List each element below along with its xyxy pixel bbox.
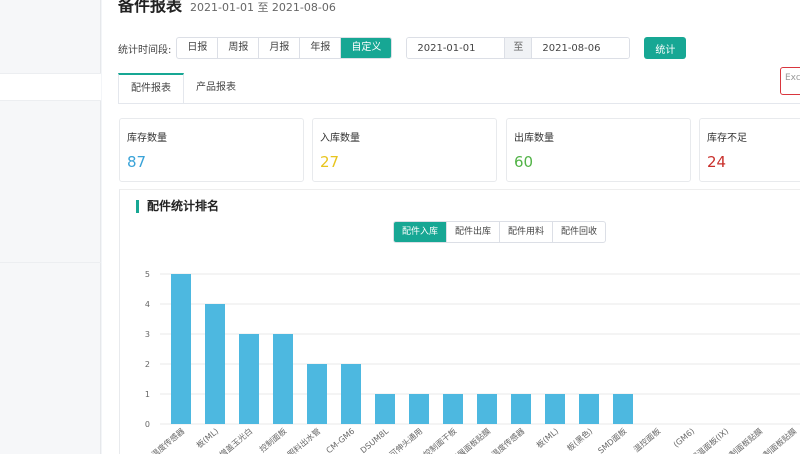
tab-divider [118,103,800,104]
date-range-picker: 至 [406,37,631,59]
card-value: 60 [514,153,534,171]
end-date-input[interactable] [532,38,630,58]
period-option[interactable]: 月报 [259,38,301,58]
x-tick-label: CM-GM6 [325,427,357,454]
x-tick-label: DSUM8L [359,426,391,454]
y-tick-label: 2 [145,360,150,369]
bar [375,394,395,424]
period-option[interactable]: 年报 [300,38,342,58]
card-label: 入库数量 [320,133,360,144]
card-label: 库存不足 [707,133,747,144]
bar [443,394,463,424]
period-option[interactable]: 周报 [218,38,260,58]
y-tick-label: 4 [145,300,150,309]
bar [477,394,497,424]
bar [307,364,327,424]
bar [579,394,599,424]
bar [613,394,633,424]
page-title: 备件报表 [118,0,183,15]
bar [273,334,293,424]
y-tick-label: 0 [145,420,150,429]
report-tab[interactable]: 配件报表 [118,73,184,103]
page-header: 备件报表 2021-01-01 至 2021-08-06 [118,0,336,15]
period-option[interactable]: 日报 [177,38,219,58]
ranking-bar-chart: 012345温度传感器 板(ML)增盖玉光白 控制面板照料出水管 CM-GM6 DSUM… [145,270,800,454]
report-tabs: 配件报表 产品报表 [118,73,248,103]
period-selector: 日报 周报 月报 年报 自定义 [176,37,393,59]
date-separator: 至 [504,38,533,58]
card-label: 库存数量 [127,133,167,144]
filter-bar: 统计时间段: 日报周报月报年报自定义 至 统计 [118,37,687,59]
export-button[interactable]: Exc [780,67,800,95]
x-tick-label: SMD面板 [596,426,629,454]
x-tick-label: 温控面板 [631,426,662,454]
card-value: 87 [127,153,147,171]
bar [511,394,531,424]
x-tick-label: 保温面板(IX) [689,426,731,454]
bar [205,304,225,424]
bar [545,394,565,424]
main-content: 备件报表 2021-01-01 至 2021-08-06 统计时间段: 日报 周报… [102,0,800,454]
x-tick-label: 控制面板贴膜 [755,426,798,454]
card-value: 24 [707,153,727,171]
bar [239,334,259,424]
summary-card: 出库数量 60 [506,118,691,182]
start-date-input[interactable] [407,38,505,58]
x-tick-label: (GM6) [672,427,697,450]
x-tick-label: 板(ML) [194,426,220,450]
sidebar [0,0,101,454]
x-tick-label: 开展面板贴膜 [449,426,492,454]
x-tick-label: 板(ML) [534,426,560,450]
x-tick-label: 控制面干板 [421,426,458,454]
card-value: 27 [320,153,340,171]
sidebar-divider [0,100,101,101]
sidebar-item-active[interactable] [0,74,101,100]
x-tick-label: 可伸头通用 [387,426,424,454]
x-tick-label: 控制面板贴膜 [721,426,764,454]
bar [341,364,361,424]
y-tick-label: 5 [145,270,150,279]
summary-card: 库存数量 87 [119,118,304,182]
stat-submit-button[interactable]: 统计 [644,37,687,59]
summary-card: 入库数量 27 [312,118,497,182]
x-tick-label: 增盖玉光白 [217,426,254,454]
x-tick-label: 温度传感器 [489,426,526,454]
period-option[interactable]: 自定义 [341,38,392,58]
x-tick-label: 控制面板 [257,426,288,454]
y-tick-label: 3 [145,330,150,339]
report-tab[interactable]: 产品报表 [184,73,248,103]
bar [171,274,191,424]
y-tick-label: 1 [145,390,150,399]
period-label: 统计时间段: [118,44,172,56]
x-tick-label: 温度传感器 [149,426,186,454]
x-tick-label: 照料出水管 [285,426,322,454]
x-tick-label: 板(黑色) [565,426,595,453]
sidebar-divider [0,262,101,263]
bar [409,394,429,424]
ranking-panel: 配件统计排名 配件入库 配件出库 配件用料 配件回收 0 1 2 3 4 5 温度传感器 板(ML)… [119,189,800,454]
summary-card: 库存不足 24 [699,118,800,182]
card-label: 出库数量 [514,133,554,144]
page-date-range: 2021-01-01 至 2021-08-06 [190,1,336,14]
